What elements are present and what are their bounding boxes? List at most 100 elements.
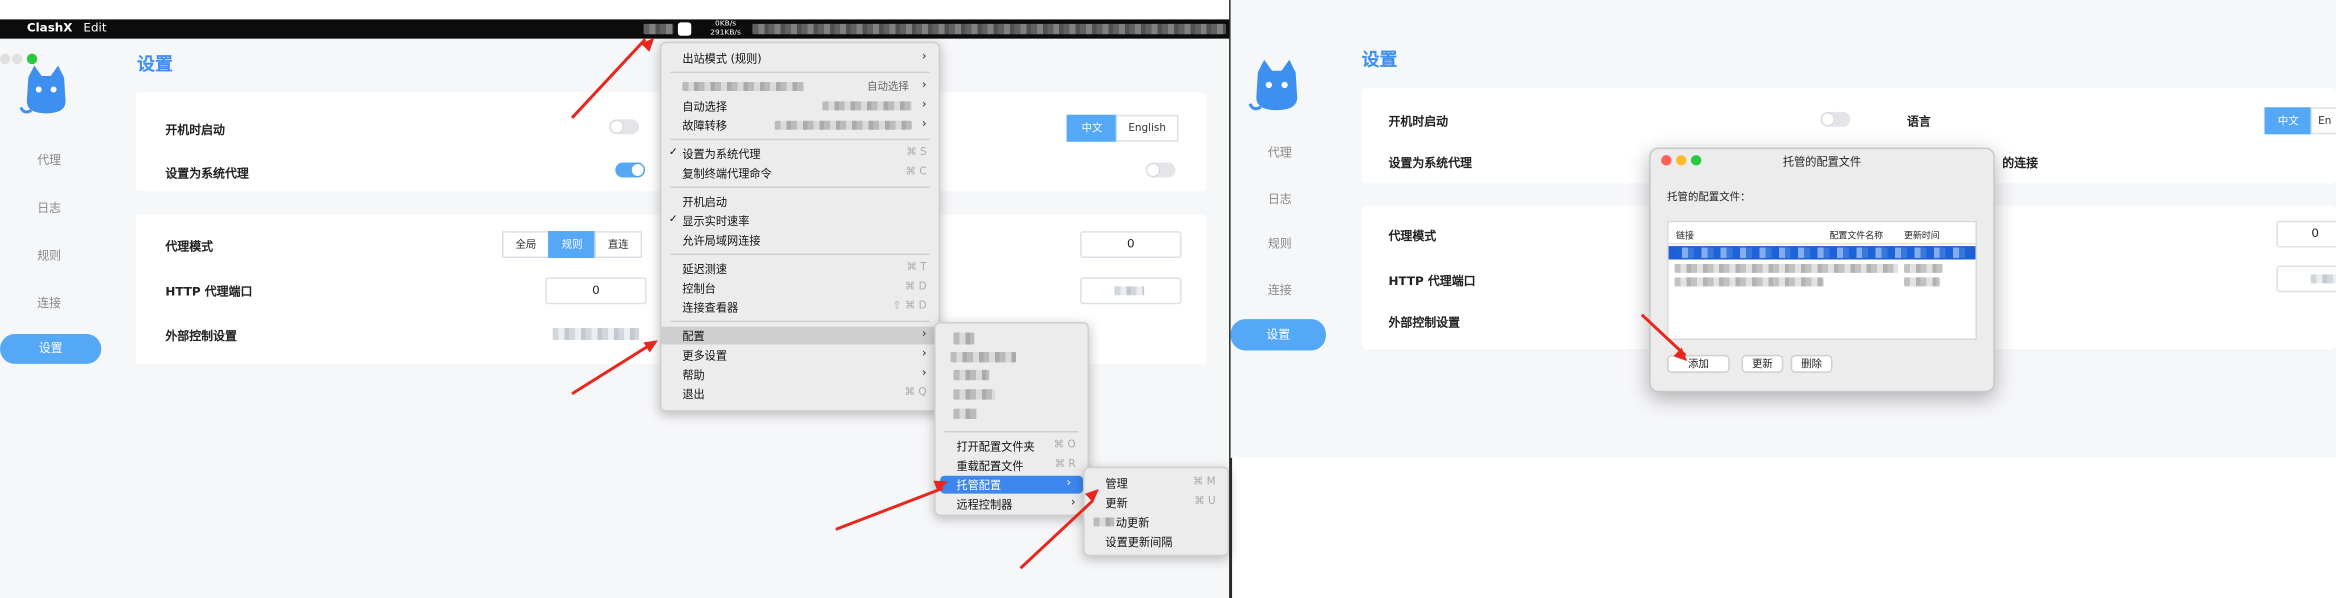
menu-copy-shell-cmd[interactable]: 复制终端代理命令 ⌘ C: [661, 164, 938, 182]
chevron-right-icon: ›: [921, 116, 927, 130]
system-proxy-label: 设置为系统代理: [1388, 156, 1472, 171]
menu-set-system-proxy[interactable]: ✓ 设置为系统代理 ⌘ S: [661, 145, 938, 163]
menu-dashboard[interactable]: 控制台 ⌘ D: [661, 279, 938, 297]
menubar-edit[interactable]: Edit: [83, 21, 106, 34]
sidebar-item-rules[interactable]: 规则: [0, 248, 98, 264]
speed-down: 291KB/s: [710, 28, 741, 38]
menu-outbound-mode[interactable]: 出站模式 (规则) ›: [661, 49, 938, 67]
redacted-field[interactable]: [2276, 265, 2336, 293]
socks-port-input[interactable]: 0: [1080, 231, 1182, 258]
redacted-value: [1114, 286, 1145, 296]
sidebar-item-connections[interactable]: 连接: [0, 295, 98, 311]
sidebar-item-proxy[interactable]: 代理: [0, 152, 98, 168]
redacted-config-1: [953, 332, 975, 345]
menu-update[interactable]: 更新 ⌘ U: [1085, 494, 1228, 512]
redacted-config-4: [953, 389, 996, 400]
mode-direct-button[interactable]: 直连: [594, 231, 643, 258]
launch-at-login-label: 开机时启动: [1388, 114, 1449, 129]
menu-separator: [670, 253, 930, 256]
http-port-input[interactable]: 0: [545, 277, 647, 305]
menu-separator: [670, 71, 930, 74]
menu-reload-config[interactable]: 重载配置文件 ⌘ R: [936, 456, 1088, 474]
connections-toggle[interactable]: [1145, 162, 1176, 178]
lang-zh-button[interactable]: 中文: [1066, 114, 1118, 142]
redacted-config-5: [953, 408, 978, 420]
menu-manage[interactable]: 管理 ⌘ M: [1085, 474, 1228, 492]
sidebar-item-proxy[interactable]: 代理: [1231, 145, 1329, 161]
table-row-selected[interactable]: [1668, 246, 1976, 260]
menu-help[interactable]: 帮助 ›: [661, 365, 938, 383]
proxy-mode-label: 代理模式: [1388, 229, 1437, 244]
page-title: 设置: [137, 53, 173, 75]
language-label: 语言: [1906, 114, 1931, 129]
launch-at-login-toggle[interactable]: [609, 119, 640, 135]
mode-rule-button[interactable]: 规则: [548, 231, 596, 258]
lang-zh-button[interactable]: 中文: [2264, 107, 2313, 135]
menu-proxy-group-1[interactable]: 自动选择 ›: [661, 78, 938, 96]
checkmark-icon: ✓: [668, 146, 678, 159]
menu-quit[interactable]: 退出 ⌘ Q: [661, 385, 938, 403]
redacted-row-time: [1903, 263, 1943, 273]
redacted-node: [774, 120, 912, 130]
system-proxy-label: 设置为系统代理: [165, 167, 249, 181]
clashx-cat-icon[interactable]: [677, 22, 692, 36]
external-control-label: 外部控制设置: [165, 329, 237, 343]
column-header-link: 链接: [1676, 231, 1694, 242]
http-port-label: HTTP 代理端口: [165, 284, 253, 299]
redacted-field[interactable]: [1080, 277, 1182, 305]
chevron-right-icon: ›: [921, 326, 927, 341]
proxy-mode-label: 代理模式: [165, 240, 214, 254]
http-port-label: HTTP 代理端口: [1388, 274, 1476, 288]
menu-remote-controller[interactable]: 远程控制器 ›: [936, 495, 1088, 513]
chevron-right-icon: ›: [1066, 475, 1072, 490]
redacted-status-area: [752, 23, 1227, 35]
menu-open-config-folder[interactable]: 打开配置文件夹 ⌘ O: [936, 437, 1088, 455]
menubar-app-name[interactable]: ClashX: [27, 21, 73, 34]
redacted-config-2: [950, 351, 1017, 363]
menu-managed-config[interactable]: 托管配置 ›: [940, 475, 1084, 494]
config-table: 链接 配置文件名称 更新时间: [1667, 220, 1977, 341]
mac-menubar: ClashX Edit 0KB/s 291KB/s: [0, 19, 1231, 39]
dialog-title: 托管的配置文件: [1782, 155, 1862, 169]
checkmark-icon: ✓: [668, 213, 678, 226]
menu-failover[interactable]: 故障转移 ›: [661, 116, 938, 134]
redacted-value: [2310, 274, 2336, 284]
chevron-right-icon: ›: [921, 365, 927, 379]
clashx-logo-icon: [1248, 59, 1298, 111]
socks-port-input[interactable]: 0: [2276, 220, 2336, 248]
redacted-row[interactable]: [1674, 277, 1824, 287]
redacted-row[interactable]: [1674, 263, 1899, 273]
sidebar-item-logs[interactable]: 日志: [1231, 191, 1329, 207]
lang-en-button[interactable]: English: [1115, 114, 1179, 142]
sidebar-item-connections[interactable]: 连接: [1231, 282, 1329, 298]
mode-global-button[interactable]: 全局: [502, 231, 550, 258]
launch-at-login-label: 开机时启动: [165, 123, 225, 138]
lang-en-button[interactable]: En: [2310, 107, 2336, 135]
zoom-button[interactable]: [26, 53, 38, 65]
managed-config-dialog: 托管的配置文件 托管的配置文件： 链接 配置文件名称 更新时间 添加 更新 删除: [1649, 147, 1995, 393]
menu-launch-at-login[interactable]: 开机启动: [661, 192, 938, 210]
system-proxy-toggle[interactable]: [615, 162, 646, 178]
sidebar-item-settings[interactable]: 设置: [1230, 319, 1326, 351]
launch-at-login-toggle[interactable]: [1820, 111, 1851, 127]
minimize-button[interactable]: [11, 53, 23, 65]
close-button[interactable]: [0, 53, 11, 65]
menu-show-speed[interactable]: ✓ 显示实时速率: [661, 212, 938, 230]
column-header-name: 配置文件名称: [1829, 231, 1884, 242]
menu-latency-test[interactable]: 延迟测速 ⌘ T: [661, 259, 938, 277]
menu-more-settings[interactable]: 更多设置 ›: [661, 346, 938, 364]
redacted-group-name: [682, 82, 805, 91]
menu-update-interval[interactable]: 设置更新间隔: [1085, 532, 1228, 550]
sidebar-item-rules[interactable]: 规则: [1231, 236, 1329, 252]
menu-allow-lan[interactable]: 允许局域网连接: [661, 231, 938, 249]
menu-auto-select[interactable]: 自动选择 ›: [661, 97, 938, 115]
update-button[interactable]: 更新: [1741, 354, 1784, 373]
redacted-config-3: [953, 369, 990, 381]
menu-config[interactable]: 配置 ›: [661, 326, 939, 345]
delete-button[interactable]: 删除: [1790, 354, 1833, 373]
sidebar-item-settings[interactable]: 设置: [0, 334, 102, 364]
menu-auto-update[interactable]: 动更新: [1085, 513, 1228, 531]
sidebar-item-logs[interactable]: 日志: [0, 200, 98, 216]
menu-connection-viewer[interactable]: 连接查看器 ⇧ ⌘ D: [661, 298, 938, 316]
connections-label: 的连接: [2002, 156, 2039, 171]
